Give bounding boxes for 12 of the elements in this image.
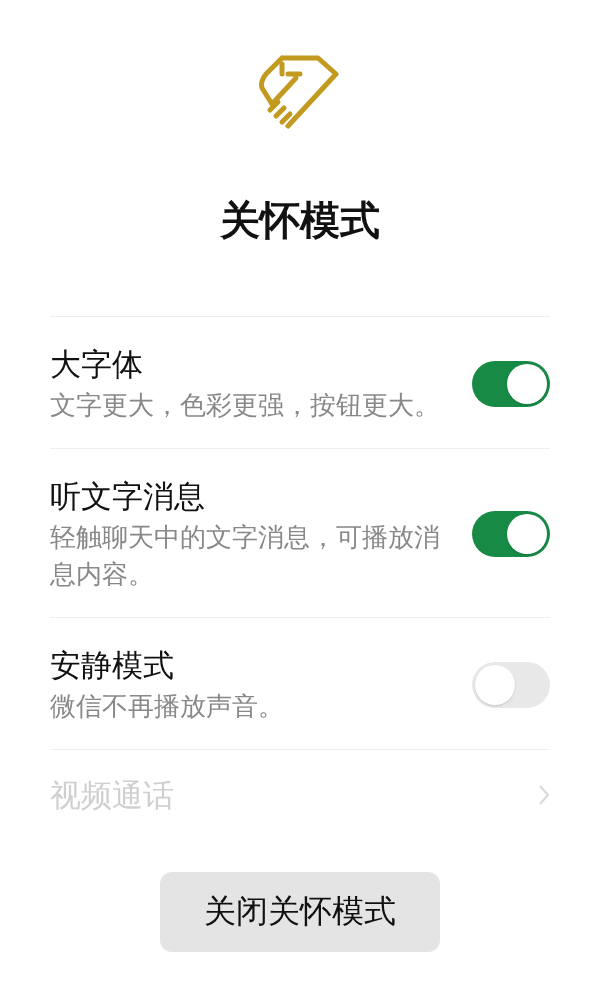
setting-description: 轻触聊天中的文字消息，可播放消息内容。 [50, 521, 440, 591]
toggle-switch[interactable] [472, 511, 550, 557]
setting-label: 大字体 [50, 345, 144, 384]
chevron-right-icon [538, 784, 550, 806]
setting-description: 微信不再播放声音。 [50, 690, 285, 723]
page-title: 关怀模式 [220, 196, 380, 245]
close-care-mode-button[interactable]: 关闭关怀模式 [160, 872, 440, 952]
setting-description: 文字更大，色彩更强，按钮更大。 [50, 389, 440, 422]
setting-label: 听文字消息 [50, 477, 206, 516]
toggle-switch[interactable] [472, 360, 550, 407]
setting-label: 安静模式 [50, 646, 175, 685]
toggle-switch[interactable] [472, 661, 550, 708]
